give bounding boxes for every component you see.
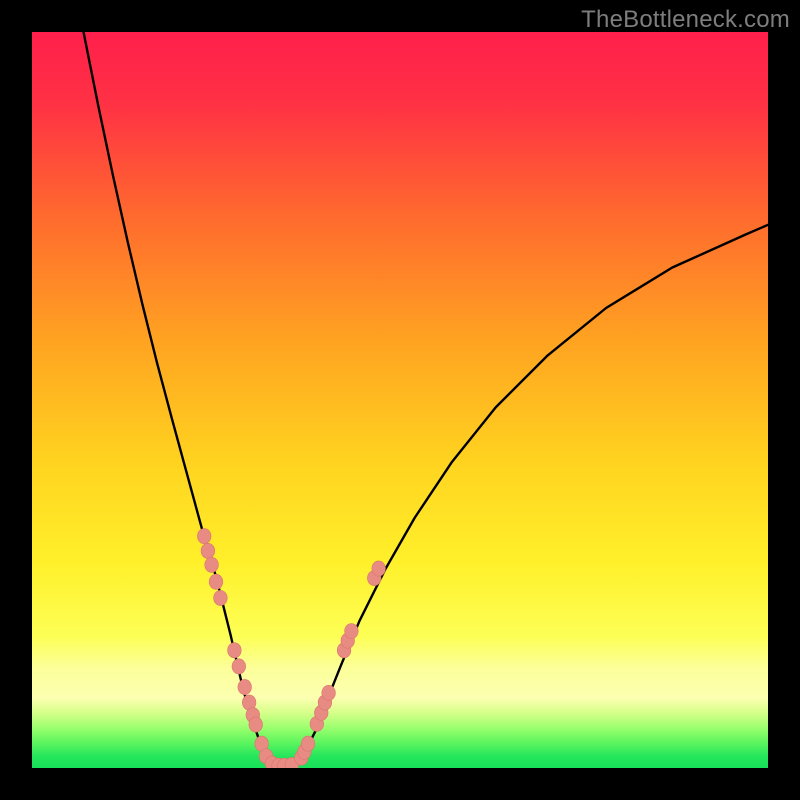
plot-area [32, 32, 768, 768]
sample-point-marker [345, 624, 359, 639]
sample-point-marker [197, 529, 211, 544]
sample-point-marker [301, 736, 315, 751]
outer-black-frame: TheBottleneck.com [0, 0, 800, 800]
sample-point-marker [205, 557, 219, 572]
sample-point-marker [232, 659, 246, 674]
sample-point-marker [249, 717, 263, 732]
sample-point-marker [228, 643, 242, 658]
gradient-background [32, 32, 768, 768]
sample-point-marker [214, 590, 228, 605]
sample-point-marker [322, 685, 336, 700]
watermark-text: TheBottleneck.com [581, 6, 790, 34]
sample-point-marker [372, 561, 386, 576]
sample-point-marker [209, 574, 223, 589]
sample-point-marker [238, 679, 252, 694]
chart-svg [32, 32, 768, 768]
sample-point-marker [201, 543, 215, 558]
